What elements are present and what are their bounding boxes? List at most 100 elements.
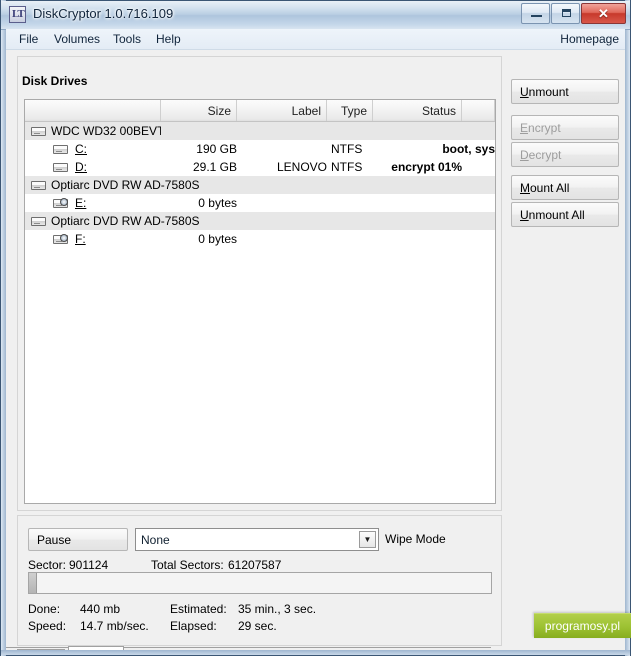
- row-size: 0 bytes: [198, 232, 237, 246]
- row-drive-name: Optiarc DVD RW AD-7580S: [51, 214, 200, 228]
- estimated-value: 35 min., 3 sec.: [238, 602, 317, 616]
- row-flags: boot, sys: [442, 142, 495, 156]
- optical-drive-icon: [53, 198, 69, 209]
- encrypt-button-accel: E: [520, 120, 529, 135]
- row-label: [237, 140, 333, 158]
- menu-item-file[interactable]: File: [16, 32, 41, 46]
- tab-info[interactable]: Info: [17, 649, 65, 650]
- maximize-icon: [562, 9, 571, 17]
- decrypt-button[interactable]: Decrypt: [511, 142, 619, 167]
- hard-disk-icon: [31, 216, 47, 227]
- unmount-button-accel: U: [520, 84, 529, 99]
- title-bar[interactable]: LT DiskCryptor 1.0.716.109 ✕: [1, 1, 630, 30]
- unmount-all-button[interactable]: Unmount All: [511, 202, 619, 227]
- app-icon-glyph: LT: [12, 8, 25, 20]
- column-header-flags[interactable]: [462, 100, 495, 121]
- wipe-mode-label: Wipe Mode: [385, 532, 446, 546]
- encrypt-button-label: ncrypt: [528, 120, 561, 135]
- minimize-icon: [531, 15, 542, 17]
- column-header-label[interactable]: Label: [237, 100, 327, 121]
- speed-label: Speed:: [28, 619, 67, 633]
- wipe-mode-select[interactable]: None ▼: [135, 528, 379, 551]
- sector-label: Sector:: [28, 558, 67, 572]
- row-drive-name: WDC WD32 00BEVT-22ZCT: [51, 124, 161, 138]
- row-type: NTFS: [331, 142, 363, 156]
- column-header-size[interactable]: Size: [161, 100, 237, 121]
- elapsed-label: Elapsed:: [170, 619, 217, 633]
- row-flags: [462, 158, 495, 176]
- wipe-mode-value: None: [141, 532, 170, 547]
- column-header-status[interactable]: Status: [373, 100, 462, 121]
- minimize-button[interactable]: [521, 3, 550, 24]
- decrypt-button-accel: D: [520, 147, 529, 162]
- unmount-button[interactable]: Unmount: [511, 79, 619, 104]
- listview-header: Size Label Type Status: [25, 100, 495, 122]
- decrypt-button-label: ecrypt: [528, 147, 562, 162]
- row-drive-name: E:: [75, 196, 87, 210]
- chevron-down-icon[interactable]: ▼: [359, 531, 376, 548]
- disk-drives-listview[interactable]: Size Label Type Status WDC WD32 00BEVT-2…: [24, 99, 496, 504]
- row-drive-name: C:: [75, 142, 87, 156]
- close-button[interactable]: ✕: [581, 3, 626, 24]
- table-row[interactable]: E: 0 bytes: [25, 194, 495, 212]
- mount-all-button-label: ount All: [530, 180, 570, 195]
- disk-drives-title: Disk Drives: [20, 74, 92, 88]
- encryption-progress-bar: [28, 572, 492, 594]
- total-sectors-label: Total Sectors:: [151, 558, 224, 572]
- table-row[interactable]: Optiarc DVD RW AD-7580S: [25, 212, 495, 230]
- optical-drive-icon: [53, 234, 69, 245]
- row-status: encrypt 01%: [391, 160, 462, 174]
- elapsed-value: 29 sec.: [238, 619, 277, 633]
- hard-disk-icon: [53, 162, 69, 173]
- tab-action[interactable]: Action: [68, 646, 124, 650]
- watermark-badge: programosy.pl: [534, 613, 631, 638]
- hard-disk-icon: [53, 144, 69, 155]
- unmount-button-label: nmount: [528, 84, 569, 99]
- table-row[interactable]: D: 29.1 GB LENOVO NTFS encrypt 01%: [25, 158, 495, 176]
- total-sectors-value: 61207587: [228, 558, 282, 572]
- done-value: 440 mb: [80, 602, 121, 616]
- table-row[interactable]: WDC WD32 00BEVT-22ZCT: [25, 122, 495, 140]
- row-drive-name: D:: [75, 160, 87, 174]
- menu-bar: File Volumes Tools Help Homepage: [6, 29, 625, 50]
- table-row[interactable]: F: 0 bytes: [25, 230, 495, 248]
- column-header-blank[interactable]: [25, 100, 161, 121]
- unmount-all-button-label: nmount All: [528, 207, 585, 222]
- speed-value: 14.7 mb/sec.: [80, 619, 149, 633]
- mount-all-button-accel: M: [520, 180, 530, 195]
- window-border-right: [625, 0, 630, 656]
- close-icon: ✕: [598, 5, 609, 21]
- column-header-type[interactable]: Type: [327, 100, 373, 121]
- progress-bar-fill: [29, 573, 37, 593]
- menu-item-help[interactable]: Help: [153, 32, 184, 46]
- row-size: 29.1 GB: [192, 160, 237, 174]
- mount-all-button[interactable]: Mount All: [511, 175, 619, 200]
- row-size: 190 GB: [196, 142, 237, 156]
- window-controls: ✕: [520, 3, 626, 24]
- sector-value: 901124: [69, 558, 109, 572]
- row-size: 0 bytes: [198, 196, 237, 210]
- row-drive-name: F:: [75, 232, 86, 246]
- listview-body: WDC WD32 00BEVT-22ZCT C: 190 GB NTFS boo…: [25, 122, 495, 248]
- window-title: DiskCryptor 1.0.716.109: [33, 6, 174, 21]
- client-area: File Volumes Tools Help Homepage Disk Dr…: [6, 29, 625, 650]
- table-row[interactable]: C: 190 GB NTFS boot, sys: [25, 140, 495, 158]
- diskcryptor-window: LT DiskCryptor 1.0.716.109 ✕ File Volume…: [0, 0, 631, 656]
- maximize-button[interactable]: [551, 3, 580, 24]
- estimated-label: Estimated:: [170, 602, 227, 616]
- menu-item-tools[interactable]: Tools: [110, 32, 144, 46]
- hard-disk-icon: [31, 126, 47, 137]
- row-type: NTFS: [331, 160, 363, 174]
- row-drive-name: Optiarc DVD RW AD-7580S: [51, 178, 200, 192]
- pause-button[interactable]: Pause: [28, 528, 128, 551]
- window-border-bottom: [1, 650, 630, 655]
- tabstrip: Info Action: [17, 645, 502, 650]
- table-row[interactable]: Optiarc DVD RW AD-7580S: [25, 176, 495, 194]
- hard-disk-icon: [31, 180, 47, 191]
- menu-item-volumes[interactable]: Volumes: [51, 32, 103, 46]
- app-icon: LT: [9, 6, 26, 23]
- unmount-all-button-accel: U: [520, 207, 529, 222]
- homepage-link[interactable]: Homepage: [560, 32, 619, 46]
- encrypt-button[interactable]: Encrypt: [511, 115, 619, 140]
- row-label: LENOVO: [276, 160, 327, 174]
